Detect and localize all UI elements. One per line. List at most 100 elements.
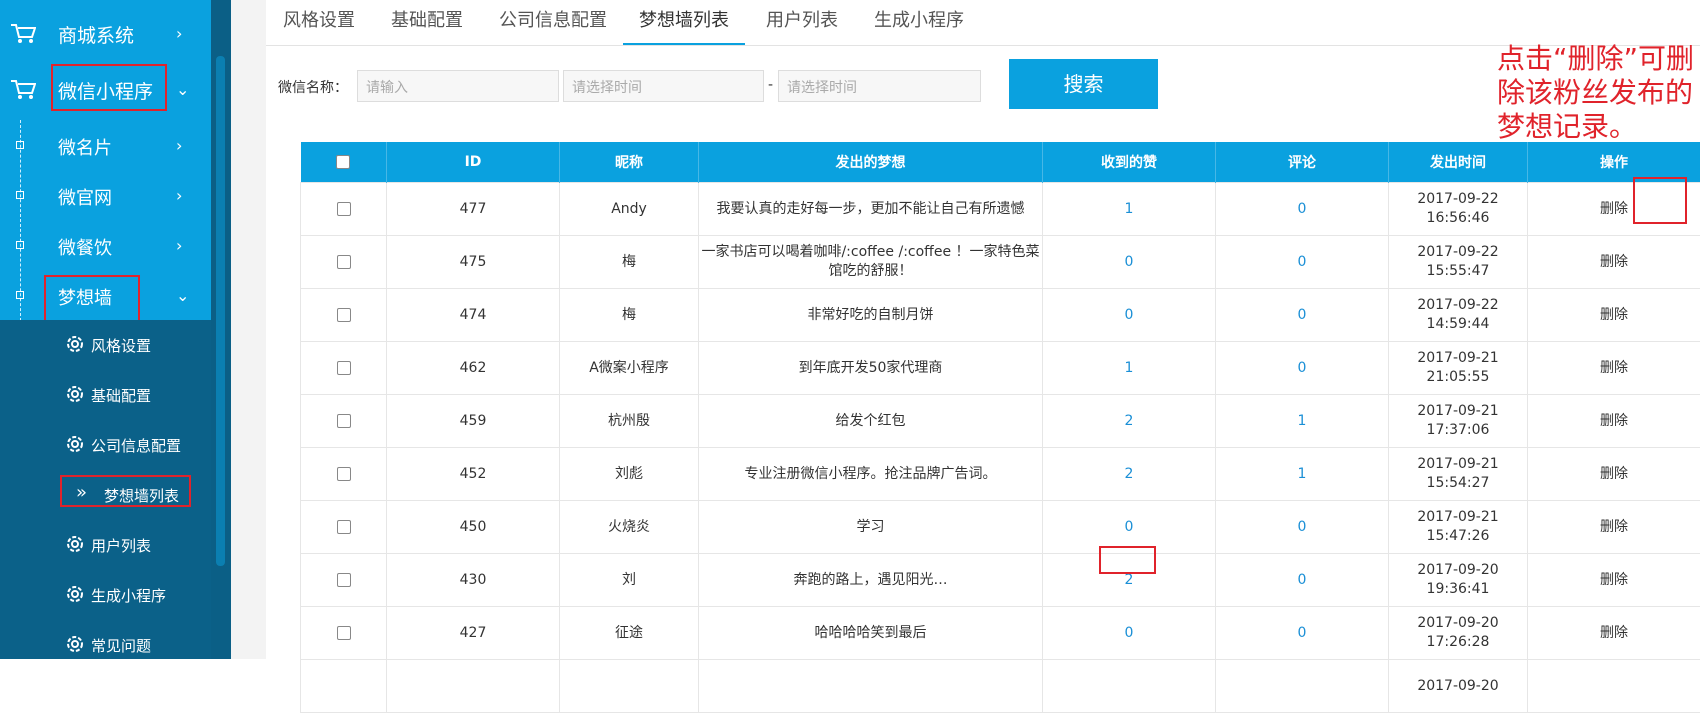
column-header: 昵称	[560, 142, 699, 183]
gear-icon	[64, 333, 86, 355]
row-checkbox[interactable]	[337, 626, 351, 640]
delete-link[interactable]: 删除	[1528, 342, 1700, 395]
row-select-cell	[301, 342, 387, 395]
submenu-label: 风格设置	[91, 335, 151, 356]
dream-cell: 哈哈哈哈笑到最后	[699, 607, 1043, 660]
tab-generate-miniprogram[interactable]: 生成小程序	[874, 0, 974, 45]
nickname-cell: 梅	[560, 236, 699, 289]
chevron-right-icon: ›	[176, 186, 182, 205]
time-text: 15:54:27	[1427, 475, 1490, 491]
dream-cell: 到年底开发50家代理商	[699, 342, 1043, 395]
comments-link[interactable]: 0	[1216, 554, 1389, 607]
submenu-label: 常见问题	[91, 635, 151, 656]
comments-link[interactable]: 0	[1216, 289, 1389, 342]
tab-dream-wall-list[interactable]: 梦想墙列表	[623, 0, 745, 45]
row-checkbox[interactable]	[337, 414, 351, 428]
row-checkbox[interactable]	[337, 361, 351, 375]
likes-link[interactable]: 2	[1043, 448, 1216, 501]
id-cell: 452	[387, 448, 560, 501]
sidebar-item-micro-site[interactable]: 微官网 ›	[0, 174, 211, 214]
submenu-company-info[interactable]: 公司信息配置	[0, 424, 211, 464]
dream-cell: 给发个红包	[699, 395, 1043, 448]
nickname-cell: 火烧炎	[560, 501, 699, 554]
comments-link[interactable]: 1	[1216, 395, 1389, 448]
row-select-cell	[301, 448, 387, 501]
delete-link[interactable]: 删除	[1528, 501, 1700, 554]
column-header: ID	[387, 142, 560, 183]
select-all-checkbox[interactable]	[336, 155, 350, 169]
highlight-box	[60, 475, 191, 507]
delete-link[interactable]: 删除	[1528, 236, 1700, 289]
cart-icon	[10, 78, 36, 100]
submenu-basic-config[interactable]: 基础配置	[0, 374, 211, 414]
delete-link[interactable]: 删除	[1528, 448, 1700, 501]
comments-link[interactable]: 0	[1216, 183, 1389, 236]
likes-link[interactable]	[1043, 660, 1216, 713]
likes-link[interactable]: 1	[1043, 342, 1216, 395]
sidebar-scrollbar-thumb[interactable]	[216, 56, 225, 566]
tab-bar: 风格设置 基础配置 公司信息配置 梦想墙列表 用户列表 生成小程序	[266, 0, 1700, 46]
time-text: 19:36:41	[1427, 581, 1490, 597]
row-checkbox[interactable]	[337, 308, 351, 322]
content-gutter	[231, 0, 266, 659]
menu-item-mall-system[interactable]: 商城系统 ›	[0, 10, 211, 54]
dream-cell: 学习	[699, 501, 1043, 554]
nickname-cell: A微案小程序	[560, 342, 699, 395]
likes-link[interactable]: 0	[1043, 289, 1216, 342]
tree-node	[16, 291, 24, 299]
date-text: 2017-09-21	[1417, 403, 1498, 419]
tab-user-list[interactable]: 用户列表	[766, 0, 846, 45]
delete-link[interactable]: 删除	[1528, 289, 1700, 342]
likes-link[interactable]: 2	[1043, 395, 1216, 448]
end-time-input[interactable]: 请选择时间	[778, 70, 981, 102]
sidebar-item-micro-catering[interactable]: 微餐饮 ›	[0, 224, 211, 264]
delete-link[interactable]	[1528, 660, 1700, 713]
id-cell: 477	[387, 183, 560, 236]
comments-link[interactable]: 0	[1216, 236, 1389, 289]
time-cell: 2017-09-2216:56:46	[1389, 183, 1528, 236]
delete-link[interactable]: 删除	[1528, 607, 1700, 660]
row-checkbox[interactable]	[337, 202, 351, 216]
row-checkbox[interactable]	[337, 573, 351, 587]
delete-link[interactable]: 删除	[1528, 554, 1700, 607]
chevron-right-icon: ›	[176, 136, 182, 155]
comments-link[interactable]: 0	[1216, 607, 1389, 660]
dream-cell: 我要认真的走好每一步，更加不能让自己有所遗憾	[699, 183, 1043, 236]
tab-company-info[interactable]: 公司信息配置	[499, 0, 619, 45]
submenu-user-list[interactable]: 用户列表	[0, 524, 211, 564]
likes-link[interactable]: 0	[1043, 607, 1216, 660]
comments-link[interactable]	[1216, 660, 1389, 713]
submenu-style-settings[interactable]: 风格设置	[0, 324, 211, 364]
comments-link[interactable]: 0	[1216, 501, 1389, 554]
likes-link[interactable]: 0	[1043, 236, 1216, 289]
chevron-right-icon: ›	[176, 236, 182, 255]
date-text: 2017-09-20	[1417, 615, 1498, 631]
dream-cell: 一家书店可以喝着咖啡/:coffee /:coffee ！一家特色菜馆吃的舒服！	[699, 236, 1043, 289]
wechat-name-label: 微信名称：	[278, 77, 348, 97]
delete-link[interactable]: 删除	[1528, 395, 1700, 448]
submenu-faq[interactable]: 常见问题	[0, 624, 211, 664]
tab-style-settings[interactable]: 风格设置	[283, 0, 363, 45]
row-checkbox[interactable]	[337, 467, 351, 481]
id-cell: 474	[387, 289, 560, 342]
start-time-input[interactable]: 请选择时间	[563, 70, 764, 102]
comments-link[interactable]: 1	[1216, 448, 1389, 501]
likes-link[interactable]: 1	[1043, 183, 1216, 236]
comments-link[interactable]: 0	[1216, 342, 1389, 395]
submenu-label: 基础配置	[91, 385, 151, 406]
highlight-box	[1099, 546, 1156, 574]
table-row: 452刘彪专业注册微信小程序。抢注品牌广告词。212017-09-2115:54…	[301, 448, 1700, 501]
row-checkbox[interactable]	[337, 520, 351, 534]
sidebar-item-micro-card[interactable]: 微名片 ›	[0, 124, 211, 164]
table-row: 2017-09-20	[301, 660, 1700, 713]
date-range-separator: -	[768, 77, 773, 93]
row-select-cell	[301, 289, 387, 342]
select-all-header	[301, 142, 387, 183]
time-cell: 2017-09-2214:59:44	[1389, 289, 1528, 342]
wechat-name-input[interactable]: 请输入	[357, 70, 559, 102]
tab-basic-config[interactable]: 基础配置	[391, 0, 471, 45]
search-button[interactable]: 搜索	[1009, 59, 1158, 109]
row-checkbox[interactable]	[337, 255, 351, 269]
submenu-generate-miniprogram[interactable]: 生成小程序	[0, 574, 211, 614]
date-text: 2017-09-20	[1417, 678, 1498, 694]
